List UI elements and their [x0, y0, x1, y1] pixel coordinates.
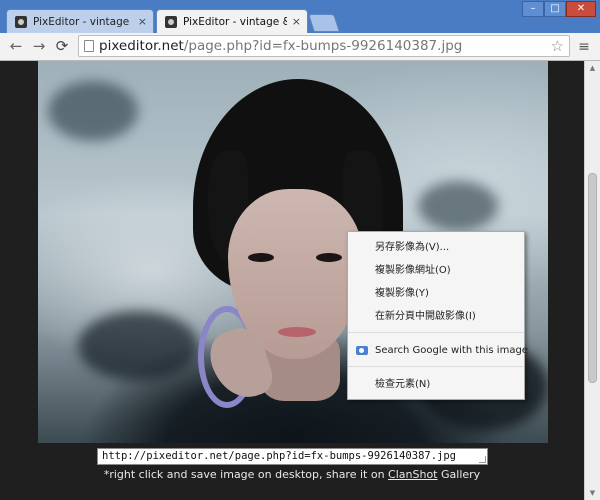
reload-icon[interactable]: ⟳: [52, 36, 72, 56]
page-icon: [84, 40, 94, 52]
new-tab-button[interactable]: [308, 14, 340, 32]
menu-item-save-image-as[interactable]: 另存影像為(V)...: [348, 238, 524, 258]
address-host: pixeditor.net: [99, 38, 184, 54]
menu-separator: [348, 332, 524, 333]
tab-favicon-icon: [15, 16, 27, 28]
image-url-field[interactable]: http://pixeditor.net/page.php?id=fx-bump…: [97, 448, 488, 465]
texture-stain: [78, 311, 198, 381]
tab-title: PixEditor - vintage & retro: [33, 16, 133, 28]
scroll-up-icon[interactable]: ▲: [585, 61, 600, 75]
back-arrow-icon[interactable]: ←: [6, 36, 26, 56]
title-bar: PixEditor - vintage & retro × PixEditor …: [0, 0, 600, 33]
address-path: /page.php?id=fx-bumps-9926140387.jpg: [183, 38, 463, 54]
address-bar[interactable]: pixeditor.net/page.php?id=fx-bumps-99261…: [78, 35, 570, 57]
menu-item-search-google-image[interactable]: Search Google with this image: [348, 341, 528, 361]
tab-close-icon[interactable]: ×: [292, 10, 301, 33]
menu-separator: [348, 366, 524, 367]
lips-shape: [278, 327, 316, 337]
camera-icon: [356, 346, 368, 355]
clanshot-link[interactable]: ClanShot: [388, 468, 437, 481]
eye-shape: [316, 253, 342, 262]
menu-item-open-image-new-tab[interactable]: 在新分頁中開啟影像(I): [348, 307, 524, 327]
save-caption: *right click and save image on desktop, …: [0, 468, 584, 481]
image-url-value: http://pixeditor.net/page.php?id=fx-bump…: [102, 450, 457, 462]
texture-stain: [48, 81, 138, 141]
tab-close-icon[interactable]: ×: [138, 10, 147, 33]
minimize-button[interactable]: –: [522, 1, 544, 17]
tab-favicon-icon: [165, 16, 177, 28]
tab-pixeditor-1[interactable]: PixEditor - vintage & retro ×: [6, 9, 154, 33]
bookmark-star-icon[interactable]: ☆: [551, 36, 564, 56]
scroll-down-icon[interactable]: ▼: [585, 486, 600, 500]
chrome-menu-icon[interactable]: ≡: [575, 38, 593, 56]
menu-item-inspect-element[interactable]: 檢查元素(N): [348, 375, 524, 395]
eye-shape: [248, 253, 274, 262]
caption-text: *right click and save image on desktop, …: [103, 468, 389, 481]
browser-toolbar: ← → ⟳ pixeditor.net/page.php?id=fx-bumps…: [0, 33, 600, 61]
close-window-button[interactable]: ✕: [566, 1, 596, 17]
tab-title: PixEditor - vintage & retro: [183, 16, 287, 28]
scrollbar-thumb[interactable]: [588, 173, 597, 383]
forward-arrow-icon[interactable]: →: [29, 36, 49, 56]
vertical-scrollbar[interactable]: ▲ ▼: [584, 61, 600, 500]
menu-item-label: Search Google with this image: [375, 345, 528, 356]
menu-item-copy-image[interactable]: 複製影像(Y): [348, 284, 524, 304]
texture-stain: [418, 181, 498, 231]
context-menu: 另存影像為(V)... 複製影像網址(O) 複製影像(Y) 在新分頁中開啟影像(…: [347, 231, 528, 400]
maximize-button[interactable]: □: [544, 1, 566, 17]
tab-pixeditor-2[interactable]: PixEditor - vintage & retro ×: [156, 9, 308, 33]
caption-suffix: Gallery: [437, 468, 481, 481]
address-text[interactable]: pixeditor.net/page.php?id=fx-bumps-99261…: [99, 36, 462, 56]
resize-grip-icon[interactable]: [479, 456, 486, 463]
menu-item-copy-image-url[interactable]: 複製影像網址(O): [348, 261, 524, 281]
